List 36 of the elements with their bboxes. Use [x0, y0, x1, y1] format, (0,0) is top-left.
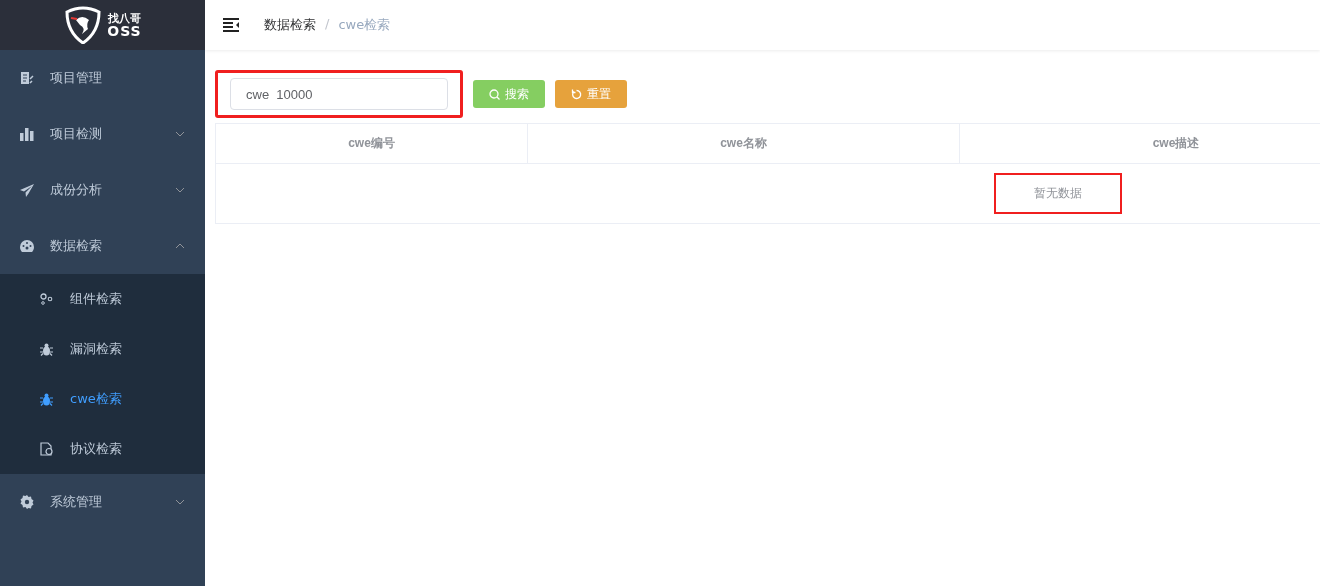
paper-plane-icon [20, 183, 34, 197]
logo-title: 找八哥 [108, 12, 141, 24]
submenu-item[interactable]: 协议检索 [0, 424, 205, 474]
chevron-down-icon [175, 187, 185, 193]
menu-item[interactable]: 成份分析 [0, 162, 205, 218]
column-header: cwe名称 [528, 124, 960, 163]
breadcrumb-separator: / [325, 16, 330, 33]
bug-icon [40, 392, 53, 406]
bug-icon [40, 342, 53, 356]
breadcrumb-item: cwe检索 [338, 16, 391, 34]
menu-item[interactable]: 项目检测 [0, 106, 205, 162]
search-icon [489, 88, 500, 100]
submenu-item[interactable]: 组件检索 [0, 274, 205, 324]
empty-text: 暂无数据 [1034, 185, 1082, 202]
file-icon [40, 442, 54, 456]
menu-item[interactable]: 项目管理 [0, 50, 205, 106]
chevron-down-icon [175, 499, 185, 505]
column-header: cwe描述 [960, 124, 1320, 163]
breadcrumb-item[interactable]: 数据检索 [264, 16, 316, 34]
document-icon [20, 71, 34, 85]
settings-icon [20, 495, 34, 509]
menu-item[interactable]: 系统管理 [0, 474, 205, 530]
refresh-icon [571, 88, 582, 100]
gauge-icon [20, 240, 34, 252]
bar-chart-icon [20, 127, 34, 141]
chevron-up-icon [175, 243, 185, 249]
column-header: cwe编号 [216, 124, 528, 163]
chevron-down-icon [175, 131, 185, 137]
search-field[interactable]: cwe 10000 [230, 78, 448, 110]
logo-subtitle: OSS [107, 23, 142, 38]
bird-shield-logo-icon [63, 6, 104, 44]
menu-icon[interactable] [223, 18, 240, 32]
submenu-item[interactable]: 漏洞检索 [0, 324, 205, 374]
menu-item[interactable]: 数据检索 [0, 218, 205, 274]
submenu-item[interactable]: cwe检索 [0, 374, 205, 424]
gears-icon [40, 293, 53, 305]
